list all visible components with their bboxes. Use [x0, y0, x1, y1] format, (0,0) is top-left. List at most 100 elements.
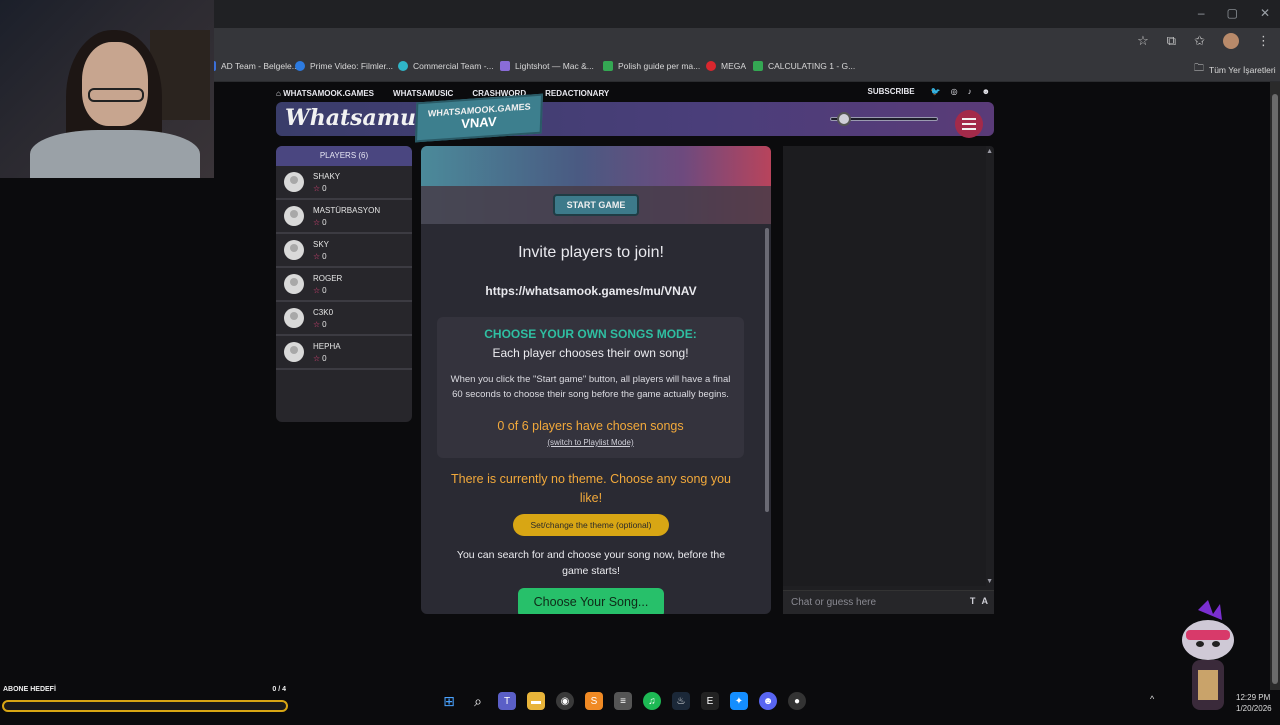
player-score: ☆ 0: [313, 320, 333, 329]
player-row[interactable]: SKY ☆ 0: [276, 234, 412, 268]
score-value: 0: [322, 353, 327, 363]
chat-panel: ▲ ▼ Chat or guess here T A: [783, 146, 994, 614]
bookmark-favicon-icon: [398, 61, 408, 71]
nav-whatsamusic[interactable]: WHATSAMUSIC: [393, 89, 453, 98]
volume-slider[interactable]: [830, 112, 940, 126]
player-row[interactable]: C3K0 ☆ 0: [276, 302, 412, 336]
star-icon: ☆: [313, 183, 321, 193]
subscribe-link[interactable]: SUBSCRIBE: [868, 87, 915, 96]
bookmark-item[interactable]: MEGA: [706, 61, 746, 71]
bookmark-item[interactable]: Commercial Team -...: [398, 61, 494, 71]
bookmark-star-icon[interactable]: ☆: [1137, 33, 1149, 49]
theme-message: There is currently no theme. Choose any …: [450, 472, 731, 505]
start-game-button[interactable]: START GAME: [553, 194, 639, 216]
bookmark-favicon-icon: [500, 61, 510, 71]
avatar: [284, 240, 304, 260]
choose-song-button[interactable]: Choose Your Song...: [518, 588, 664, 614]
windows-start-icon[interactable]: ⊞: [440, 692, 458, 710]
bookmark-favicon-icon: [706, 61, 716, 71]
player-row[interactable]: MASTÜRBASYON ☆ 0: [276, 200, 412, 234]
spotify-icon[interactable]: ♫: [643, 692, 661, 710]
site-nav: ⌂ WHATSAMOOK.GAMES WHATSAMUSIC CRASHWORD…: [276, 84, 994, 102]
player-row[interactable]: HEPHA ☆ 0: [276, 336, 412, 370]
minimize-icon[interactable]: –: [1198, 6, 1205, 20]
epic-games-icon[interactable]: E: [701, 692, 719, 710]
bookmark-item[interactable]: CALCULATING 1 - G...: [753, 61, 855, 71]
search-message: You can search for and choose your song …: [456, 549, 726, 577]
avatar: [284, 206, 304, 226]
bookmark-item[interactable]: Polish guide per ma...: [603, 61, 700, 71]
clock-date: 1/20/2026: [1236, 704, 1272, 713]
discord-icon[interactable]: ☻: [982, 87, 990, 96]
scroll-down-icon[interactable]: ▼: [986, 578, 993, 585]
instagram-icon[interactable]: ◎: [951, 87, 958, 96]
maximize-icon[interactable]: ▢: [1227, 6, 1238, 20]
twitter-icon[interactable]: 🐦: [931, 87, 941, 96]
system-clock[interactable]: 12:29 PM 1/20/2026: [1236, 692, 1272, 714]
bookmark-favicon-icon: [603, 61, 613, 71]
player-name: C3K0: [313, 307, 334, 317]
player-score: ☆ 0: [313, 218, 380, 227]
chat-input[interactable]: Chat or guess here: [783, 590, 994, 614]
goal-progress-bar: [2, 700, 288, 712]
bookmark-item[interactable]: Prime Video: Filmler...: [295, 61, 393, 71]
score-value: 0: [322, 217, 327, 227]
star-icon: ☆: [313, 353, 321, 363]
invite-url[interactable]: https://whatsamook.games/mu/VNAV: [421, 284, 761, 298]
bookmark-label: MEGA: [721, 61, 747, 71]
scroll-up-icon[interactable]: ▲: [986, 148, 993, 155]
set-theme-button[interactable]: Set/change the theme (optional): [513, 514, 669, 536]
nav-redactionary[interactable]: REDACTIONARY: [545, 89, 609, 98]
bookmark-item[interactable]: Lightshot — Mac &...: [500, 61, 594, 71]
sublime-icon[interactable]: S: [585, 692, 603, 710]
nav-label: WHATSAMOOK.GAMES: [283, 88, 375, 98]
bookmark-label: CALCULATING 1 - G...: [768, 61, 856, 71]
tiktok-icon[interactable]: ♪: [968, 87, 972, 96]
file-explorer-icon[interactable]: ▬: [527, 692, 545, 710]
switch-playlist-mode-link[interactable]: (switch to Playlist Mode): [437, 438, 744, 447]
hamburger-menu-button[interactable]: [955, 110, 983, 138]
avatar: [284, 342, 304, 362]
home-icon: ⌂: [276, 88, 284, 98]
chrome-icon[interactable]: ◉: [556, 692, 574, 710]
invite-title: Invite players to join!: [518, 244, 664, 261]
bookmark-item[interactable]: AD Team - Belgele...: [206, 61, 299, 71]
goal-count: 0 / 4: [272, 686, 286, 693]
search-icon[interactable]: ⌕: [469, 692, 487, 710]
goal-label: ABONE HEDEFİ: [3, 686, 56, 693]
bookmark-favicon-icon: [753, 61, 763, 71]
player-name: MASTÜRBASYON: [313, 205, 381, 215]
clock-time: 12:29 PM: [1236, 693, 1271, 702]
all-bookmarks[interactable]: 🗀 Tüm Yer İşaretleri: [1194, 61, 1276, 78]
obs-icon[interactable]: ●: [788, 692, 806, 710]
notepad-icon[interactable]: ≡: [614, 692, 632, 710]
text-format-toggle[interactable]: T A: [970, 596, 990, 606]
reading-list-icon[interactable]: ✩: [1194, 33, 1205, 49]
nav-home[interactable]: ⌂ WHATSAMOOK.GAMES: [276, 89, 374, 98]
close-icon[interactable]: ✕: [1260, 6, 1270, 20]
star-icon: ☆: [313, 217, 321, 227]
profile-avatar[interactable]: [1223, 33, 1239, 49]
player-row[interactable]: SHAKY ☆ 0: [276, 166, 412, 200]
webcam-overlay: [0, 0, 214, 178]
game-scrollbar[interactable]: [765, 228, 769, 512]
songs-chosen-count: 0 of 6 players have chosen songs: [497, 419, 684, 433]
player-score: ☆ 0: [313, 286, 342, 295]
steam-icon[interactable]: ♨: [672, 692, 690, 710]
kebab-menu-icon[interactable]: ⋮: [1257, 33, 1270, 49]
player-name: SKY: [313, 239, 330, 249]
page-scrollbar[interactable]: [1270, 82, 1280, 690]
social-links: SUBSCRIBE 🐦 ◎ ♪ ☻: [868, 87, 991, 96]
battlenet-icon[interactable]: ✦: [730, 692, 748, 710]
discord-icon[interactable]: ☻: [759, 692, 777, 710]
player-row[interactable]: ROGER ☆ 0: [276, 268, 412, 302]
mode-title: CHOOSE YOUR OWN SONGS MODE:: [484, 327, 697, 341]
tray-chevron-icon[interactable]: ^: [1150, 694, 1154, 704]
volume-knob[interactable]: [837, 112, 851, 126]
bookmark-label: Commercial Team -...: [413, 61, 494, 71]
extensions-icon[interactable]: ⧉: [1167, 33, 1176, 49]
mode-card: CHOOSE YOUR OWN SONGS MODE: Each player …: [437, 317, 744, 458]
teams-icon[interactable]: T: [498, 692, 516, 710]
player-score: ☆ 0: [313, 354, 341, 363]
subscriber-goal: ABONE HEDEFİ 0 / 4: [2, 686, 290, 716]
